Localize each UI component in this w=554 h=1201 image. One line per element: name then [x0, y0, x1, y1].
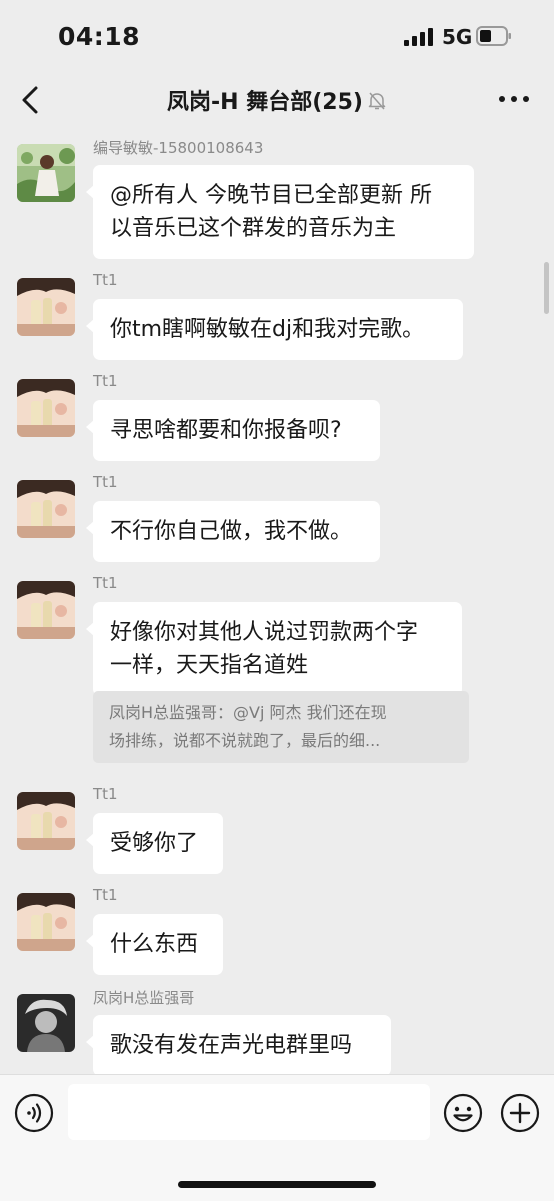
avatar[interactable]: [17, 893, 75, 951]
bell-off-icon: [368, 92, 386, 110]
status-time: 04:18: [58, 22, 141, 51]
network-type: 5G: [442, 25, 473, 49]
avatar[interactable]: [17, 278, 75, 336]
sender-name: Tt1: [93, 271, 118, 289]
message-text-line: 歌没有发在声光电群里吗: [110, 1033, 353, 1058]
message-text-line: 一样，天天指名道姓: [110, 653, 309, 678]
message-text-line: @所有人 今晚节目已全部更新 所: [110, 183, 432, 208]
emoji-icon[interactable]: [443, 1093, 483, 1133]
message-text-line: 以音乐已这个群发的音乐为主: [110, 216, 397, 241]
message-list[interactable]: 编导敏敏-15800108643 @所有人 今晚节目已全部更新 所 以音乐已这个…: [0, 128, 554, 1074]
avatar[interactable]: [17, 379, 75, 437]
message-bubble[interactable]: 歌没有发在声光电群里吗: [86, 1015, 391, 1074]
scrollbar-thumb[interactable]: [544, 262, 549, 314]
home-indicator[interactable]: [178, 1181, 376, 1188]
message-text-line: 你tm瞎啊敏敏在dj和我对完歌。: [110, 317, 425, 342]
avatar[interactable]: [17, 994, 75, 1052]
sender-name: 凤岗H总监强哥: [93, 989, 195, 1007]
message-text-line: 什么东西: [110, 932, 199, 957]
message-bubble[interactable]: @所有人 今晚节目已全部更新 所 以音乐已这个群发的音乐为主: [86, 165, 474, 259]
plus-icon[interactable]: [500, 1093, 540, 1133]
message-bubble[interactable]: 好像你对其他人说过罚款两个字 一样，天天指名道姓: [86, 602, 462, 696]
sender-name: Tt1: [93, 886, 118, 904]
avatar[interactable]: [17, 581, 75, 639]
chat-title: 凤岗-H 舞台部(25): [167, 90, 363, 115]
sender-name: Tt1: [93, 574, 118, 592]
voice-icon[interactable]: [14, 1093, 54, 1133]
battery-icon: [476, 26, 511, 46]
message-input[interactable]: [68, 1084, 430, 1140]
message-bubble[interactable]: 寻思啥都要和你报备呗?: [86, 400, 380, 461]
message-bubble[interactable]: 什么东西: [86, 914, 223, 975]
avatar[interactable]: [17, 480, 75, 538]
signal-icon: [404, 28, 433, 46]
sender-name: 编导敏敏-15800108643: [93, 139, 264, 157]
avatar[interactable]: [17, 792, 75, 850]
chat-title-area[interactable]: 凤岗-H 舞台部(25): [0, 84, 554, 116]
sender-name: Tt1: [93, 473, 118, 491]
sender-name: Tt1: [93, 372, 118, 390]
quoted-text-line: 场排练，说都不说就跑了，最后的细...: [109, 731, 381, 750]
message-text-line: 受够你了: [110, 831, 199, 856]
message-bubble[interactable]: 你tm瞎啊敏敏在dj和我对完歌。: [86, 299, 463, 360]
message-bubble[interactable]: 不行你自己做，我不做。: [86, 501, 380, 562]
quoted-message[interactable]: 凤岗H总监强哥：@Vj 阿杰 我们还在现 场排练，说都不说就跑了，最后的细...: [93, 691, 469, 763]
message-text-line: 好像你对其他人说过罚款两个字: [110, 620, 419, 645]
sender-name: Tt1: [93, 785, 118, 803]
quoted-text-line: 凤岗H总监强哥：@Vj 阿杰 我们还在现: [109, 703, 387, 722]
chat-header: 凤岗-H 舞台部(25): [0, 72, 554, 128]
status-bar: 04:18 5G: [0, 0, 554, 72]
message-text-line: 寻思啥都要和你报备呗?: [110, 418, 342, 443]
avatar[interactable]: [17, 144, 75, 202]
message-text-line: 不行你自己做，我不做。: [110, 519, 353, 544]
message-bubble[interactable]: 受够你了: [86, 813, 223, 874]
more-dots-icon[interactable]: [498, 94, 530, 104]
input-bar: [0, 1074, 554, 1201]
